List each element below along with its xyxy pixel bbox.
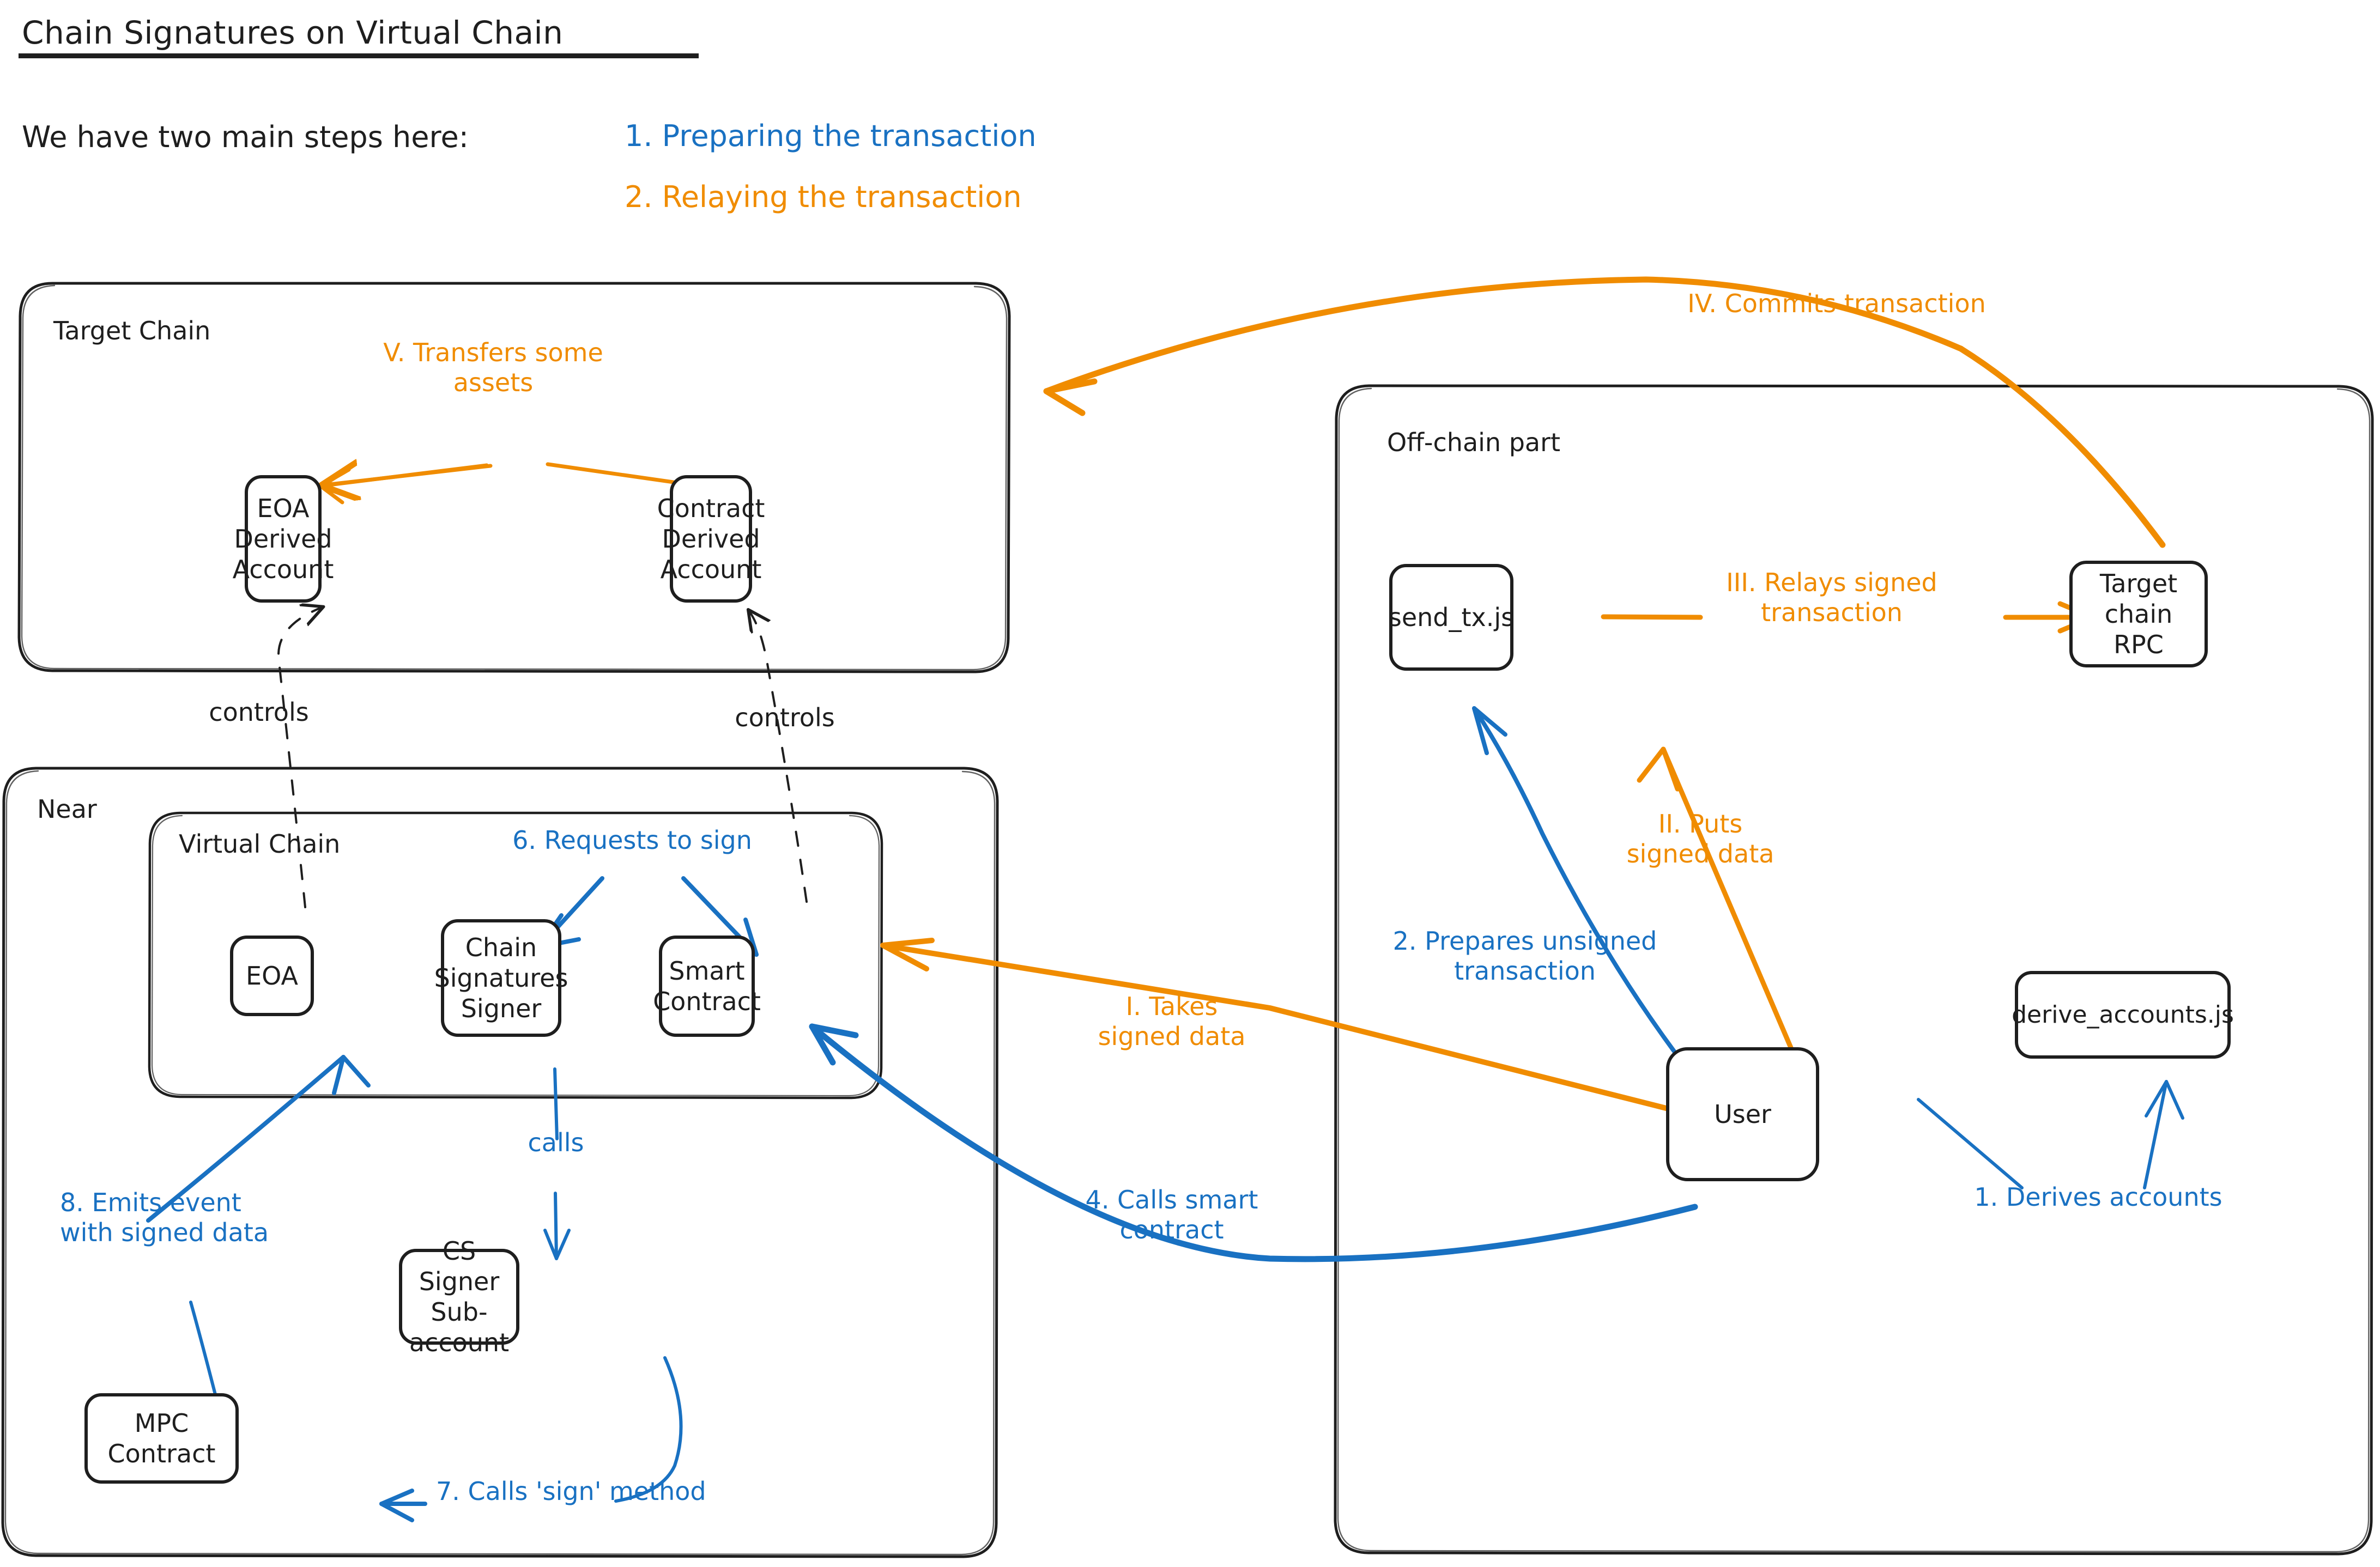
edge-label-commits-transaction: IV. Commits transaction	[1687, 289, 1986, 318]
node-target-chain-rpc[interactable]	[2069, 561, 2208, 667]
edge-label-relays-signed-transaction: III. Relays signed transaction	[1726, 568, 1937, 628]
node-chain-signatures-signer[interactable]	[441, 919, 561, 1037]
edge-label-requests-to-sign: 6. Requests to sign	[512, 825, 752, 855]
node-eoa[interactable]	[230, 936, 314, 1016]
edge-label-calls-sign-method: 7. Calls 'sign' method	[436, 1477, 706, 1506]
page-title: Chain Signatures on Virtual Chain	[22, 14, 564, 51]
title-underline	[19, 53, 699, 58]
edge-label-takes-signed-data: I. Takes signed data	[1098, 992, 1246, 1052]
node-cs-signer-subaccount[interactable]	[399, 1249, 519, 1345]
node-contract-derived-account[interactable]	[670, 475, 752, 603]
edge-label-prepares-unsigned-transaction: 2. Prepares unsigned transaction	[1392, 926, 1657, 986]
node-derive-accounts-js[interactable]	[2015, 971, 2231, 1059]
node-user[interactable]	[1666, 1047, 1819, 1181]
group-label-virtual-chain: Virtual Chain	[179, 829, 341, 859]
group-label-off-chain: Off-chain part	[1387, 428, 1561, 457]
edge-label-calls: calls	[528, 1128, 584, 1157]
group-label-near: Near	[37, 794, 97, 824]
node-mpc-contract[interactable]	[84, 1393, 239, 1484]
edge-label-controls-right: controls	[735, 703, 835, 732]
node-smart-contract[interactable]	[659, 936, 755, 1037]
edge-label-emits-event-with-signed-data: 8. Emits event with signed data	[60, 1188, 269, 1248]
node-eoa-derived-account[interactable]	[245, 475, 322, 603]
step-1-label: 1. Preparing the transaction	[625, 119, 1037, 153]
edge-label-controls-left: controls	[209, 697, 309, 727]
step-2-label: 2. Relaying the transaction	[625, 180, 1022, 214]
edge-label-calls-smart-contract: 4. Calls smart contract	[1085, 1185, 1258, 1245]
node-send-tx-js[interactable]	[1389, 564, 1513, 671]
intro-text: We have two main steps here:	[22, 120, 469, 154]
edge-label-derives-accounts: 1. Derives accounts	[1974, 1182, 2222, 1212]
diagram-svg	[1, 276, 2374, 1558]
edge-label-transfers-some-assets: V. Transfers some assets	[383, 338, 603, 398]
diagram-canvas: Chain Signatures on Virtual Chain We hav…	[0, 0, 2380, 1567]
group-label-target-chain: Target Chain	[53, 316, 211, 345]
edge-label-puts-signed-data: II. Puts signed data	[1626, 809, 1775, 869]
